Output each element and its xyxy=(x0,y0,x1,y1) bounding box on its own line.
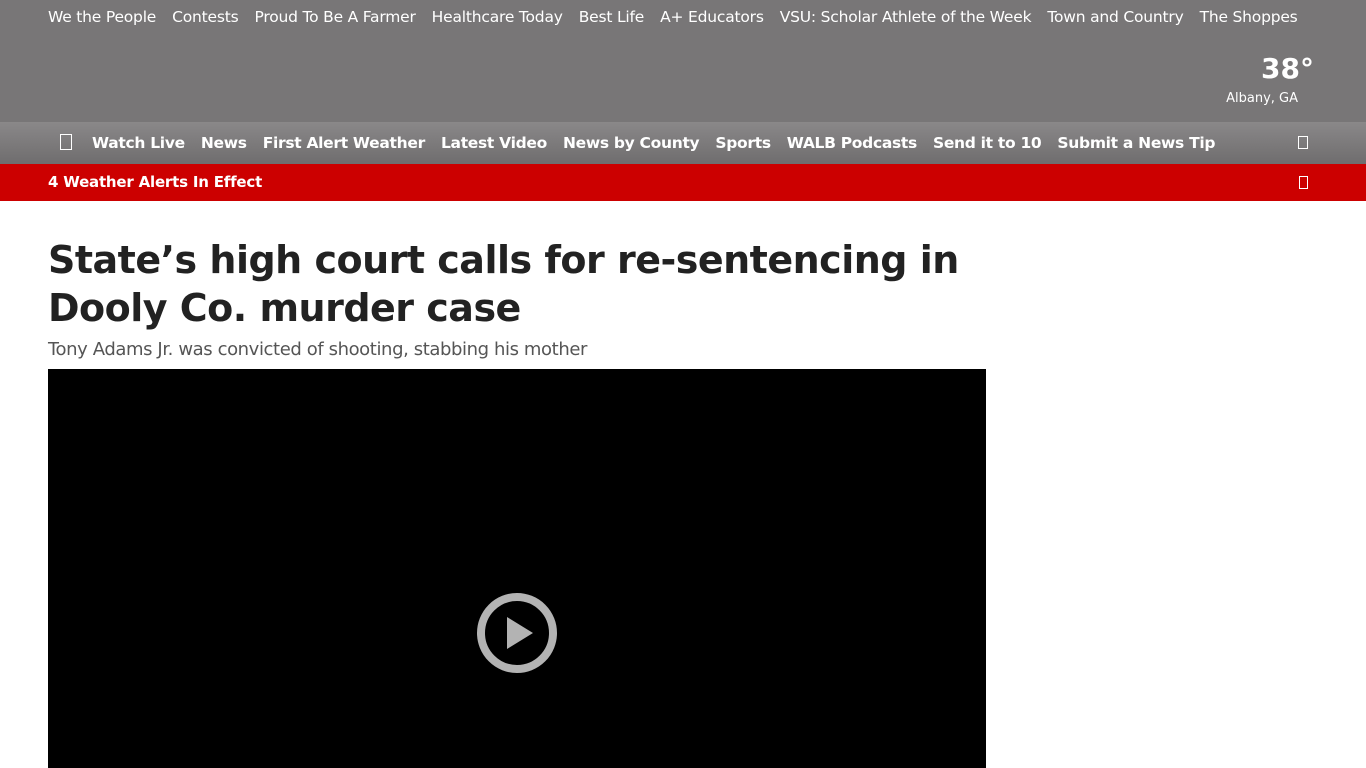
nav-item-sports[interactable]: Sports xyxy=(715,134,771,152)
nav-item-first-alert-weather[interactable]: First Alert Weather xyxy=(263,134,426,152)
hamburger-menu-icon[interactable] xyxy=(60,134,72,150)
top-link-proud-to-be-a-farmer[interactable]: Proud To Be A Farmer xyxy=(255,6,416,28)
top-link-we-the-people[interactable]: We the People xyxy=(48,6,156,28)
nav-item-news-by-county[interactable]: News by County xyxy=(563,134,700,152)
top-link-healthcare-today[interactable]: Healthcare Today xyxy=(432,6,563,28)
top-link-the-shoppes[interactable]: The Shoppes xyxy=(1200,6,1298,28)
nav-item-submit-news-tip[interactable]: Submit a News Tip xyxy=(1057,134,1215,152)
site-header: We the People Contests Proud To Be A Far… xyxy=(0,0,1366,122)
chevron-down-icon[interactable] xyxy=(1299,176,1308,189)
weather-widget[interactable]: 38° Albany, GA xyxy=(1226,52,1314,108)
article-subhead: Tony Adams Jr. was convicted of shooting… xyxy=(48,339,588,360)
top-link-best-life[interactable]: Best Life xyxy=(579,6,645,28)
nav-item-walb-podcasts[interactable]: WALB Podcasts xyxy=(787,134,918,152)
nav-item-send-it-to-10[interactable]: Send it to 10 xyxy=(933,134,1042,152)
top-link-a-plus-educators[interactable]: A+ Educators xyxy=(660,6,764,28)
weather-location: Albany, GA xyxy=(1226,91,1298,106)
weather-alert-text[interactable]: 4 Weather Alerts In Effect xyxy=(48,164,262,201)
main-nav-items: Watch Live News First Alert Weather Late… xyxy=(92,122,1215,164)
top-link-contests[interactable]: Contests xyxy=(172,6,239,28)
nav-item-watch-live[interactable]: Watch Live xyxy=(92,134,185,152)
nav-item-news[interactable]: News xyxy=(201,134,247,152)
weather-temperature: 38° xyxy=(1261,52,1314,85)
top-links-bar: We the People Contests Proud To Be A Far… xyxy=(48,6,1298,28)
main-nav: Watch Live News First Alert Weather Late… xyxy=(0,122,1366,164)
video-player[interactable] xyxy=(48,369,986,768)
top-link-town-and-country[interactable]: Town and Country xyxy=(1047,6,1183,28)
article-headline: State’s high court calls for re-sentenci… xyxy=(48,238,959,330)
nav-item-latest-video[interactable]: Latest Video xyxy=(441,134,547,152)
top-link-vsu-scholar-athlete[interactable]: VSU: Scholar Athlete of the Week xyxy=(780,6,1032,28)
play-circle-icon[interactable] xyxy=(476,592,558,674)
search-icon[interactable] xyxy=(1298,136,1308,149)
weather-alert-bar[interactable]: 4 Weather Alerts In Effect xyxy=(0,164,1366,201)
